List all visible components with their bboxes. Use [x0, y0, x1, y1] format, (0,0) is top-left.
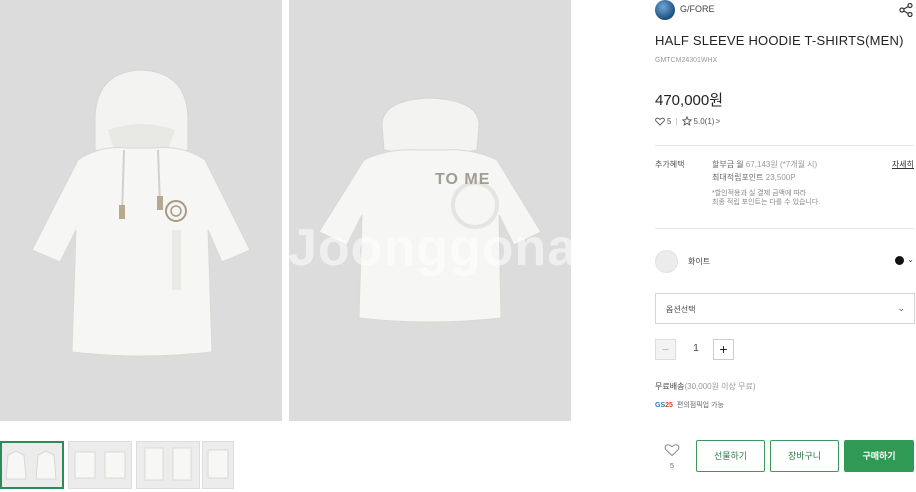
brand-name[interactable]: G/FORE [680, 4, 715, 14]
wishlist-count: 5 [670, 463, 674, 470]
gs25-logo: GS25 [655, 402, 673, 409]
divider [655, 145, 914, 146]
product-sku: GMTCM24301WHX [655, 57, 718, 64]
heart-icon [655, 117, 665, 126]
thumbnail-image [5, 450, 57, 480]
thumbnail-1[interactable] [0, 441, 64, 489]
star-icon [681, 116, 692, 126]
quantity-minus-button[interactable]: − [655, 339, 676, 360]
thumbnail-image [74, 451, 126, 479]
thumbnail-3[interactable] [136, 441, 200, 489]
color-swatch-white[interactable] [655, 250, 678, 273]
divider [655, 228, 914, 229]
installment-suffix: (*7개월 시) [779, 160, 818, 169]
shipping-condition: (30,000원 이상 무료) [684, 382, 756, 391]
product-price: 470,000원 [655, 92, 724, 109]
hoodie-back-illustration [289, 0, 571, 421]
points-info: 최대적립포인트 23,500P [712, 172, 796, 183]
buy-now-button[interactable]: 구매하기 [844, 440, 914, 472]
installment-info: 할부금 월 67,143원 (*7개월 시) [712, 159, 817, 170]
points-note-line2: 최종 적립 포인트는 다를 수 있습니다. [712, 199, 821, 206]
brand-avatar[interactable] [655, 0, 675, 20]
hoodie-front-illustration [0, 0, 282, 421]
option-select[interactable]: 옵션선택 ⌄ [655, 293, 915, 324]
quantity-value[interactable]: 1 [691, 343, 701, 354]
installment-amount: 67,143원 [745, 160, 778, 169]
shipping-info: 무료배송(30,000원 이상 무료) [655, 381, 756, 392]
brand-row: G/FORE [655, 0, 916, 20]
benefit-label: 추가혜택 [655, 160, 685, 169]
thumbnail-image [207, 449, 229, 479]
gs-pickup-text: 편의점픽업 가능 [676, 402, 724, 409]
product-meta: 5 | 5.0(1) > [655, 116, 720, 126]
chevron-down-icon: ⌄ [897, 303, 905, 313]
thumbnail-2[interactable] [68, 441, 132, 489]
gift-button[interactable]: 선물하기 [696, 440, 765, 472]
meta-separator: | [675, 116, 678, 126]
gs-pickup-info: GS25 편의점픽업 가능 [655, 400, 724, 410]
product-image-front[interactable] [0, 0, 282, 421]
option-select-label: 옵션선택 [666, 305, 696, 314]
product-title: HALF SLEEVE HOODIE T-SHIRTS(MEN) [655, 33, 904, 48]
points-prefix: 최대적립포인트 [712, 173, 764, 182]
wishlist-button[interactable] [663, 443, 681, 462]
shipping-prefix: 무료배송 [655, 382, 685, 391]
share-icon[interactable] [898, 2, 914, 18]
benefit-detail-link[interactable]: 자세히 [892, 159, 914, 170]
installment-prefix: 할부금 월 [712, 160, 744, 169]
points-value: 23,500P [765, 173, 796, 182]
selected-color-dot[interactable] [895, 256, 904, 265]
gs25-logo-num: 25 [665, 401, 673, 409]
chevron-down-icon[interactable]: ⌄ [907, 255, 914, 264]
chevron-right-icon: > [715, 116, 721, 126]
thumbnail-image [144, 447, 192, 481]
heart-icon [664, 444, 680, 457]
product-image-back[interactable]: TO ME [289, 0, 571, 421]
back-print-text: TO ME [435, 171, 491, 188]
add-to-cart-button[interactable]: 장바구니 [770, 440, 839, 472]
color-label: 화이트 [688, 257, 711, 266]
gs25-logo-main: GS [655, 401, 666, 409]
quantity-plus-button[interactable]: + [713, 339, 734, 360]
wish-count: 5 [667, 116, 672, 126]
rating-link[interactable]: 5.0(1) [694, 117, 715, 126]
thumbnail-4[interactable] [202, 441, 234, 489]
